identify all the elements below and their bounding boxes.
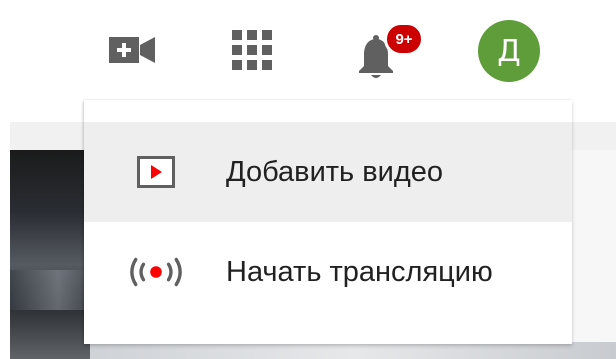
menu-item-go-live[interactable]: Начать трансляцию — [84, 222, 572, 322]
live-broadcast-icon — [128, 252, 184, 292]
apps-grid-icon — [232, 30, 272, 70]
app-window: 9+ Д Добавить видео Начать трансляцию — [0, 0, 616, 359]
background-content-bottom — [90, 342, 616, 359]
upload-video-icon — [128, 152, 184, 192]
top-header: 9+ Д — [0, 0, 616, 98]
account-button[interactable]: Д — [478, 20, 540, 82]
apps-button[interactable] — [226, 24, 278, 76]
avatar: Д — [478, 20, 540, 82]
notifications-button[interactable]: 9+ — [344, 16, 424, 80]
video-thumbnail[interactable] — [10, 150, 90, 359]
menu-item-label: Добавить видео — [226, 155, 444, 188]
menu-item-upload-video[interactable]: Добавить видео — [84, 122, 572, 222]
notifications-badge: 9+ — [384, 22, 424, 56]
video-camera-plus-icon — [109, 37, 155, 63]
background-content-right — [572, 150, 616, 359]
create-menu: Добавить видео Начать трансляцию — [84, 100, 572, 344]
create-button[interactable] — [104, 26, 160, 74]
menu-item-label: Начать трансляцию — [226, 255, 493, 288]
